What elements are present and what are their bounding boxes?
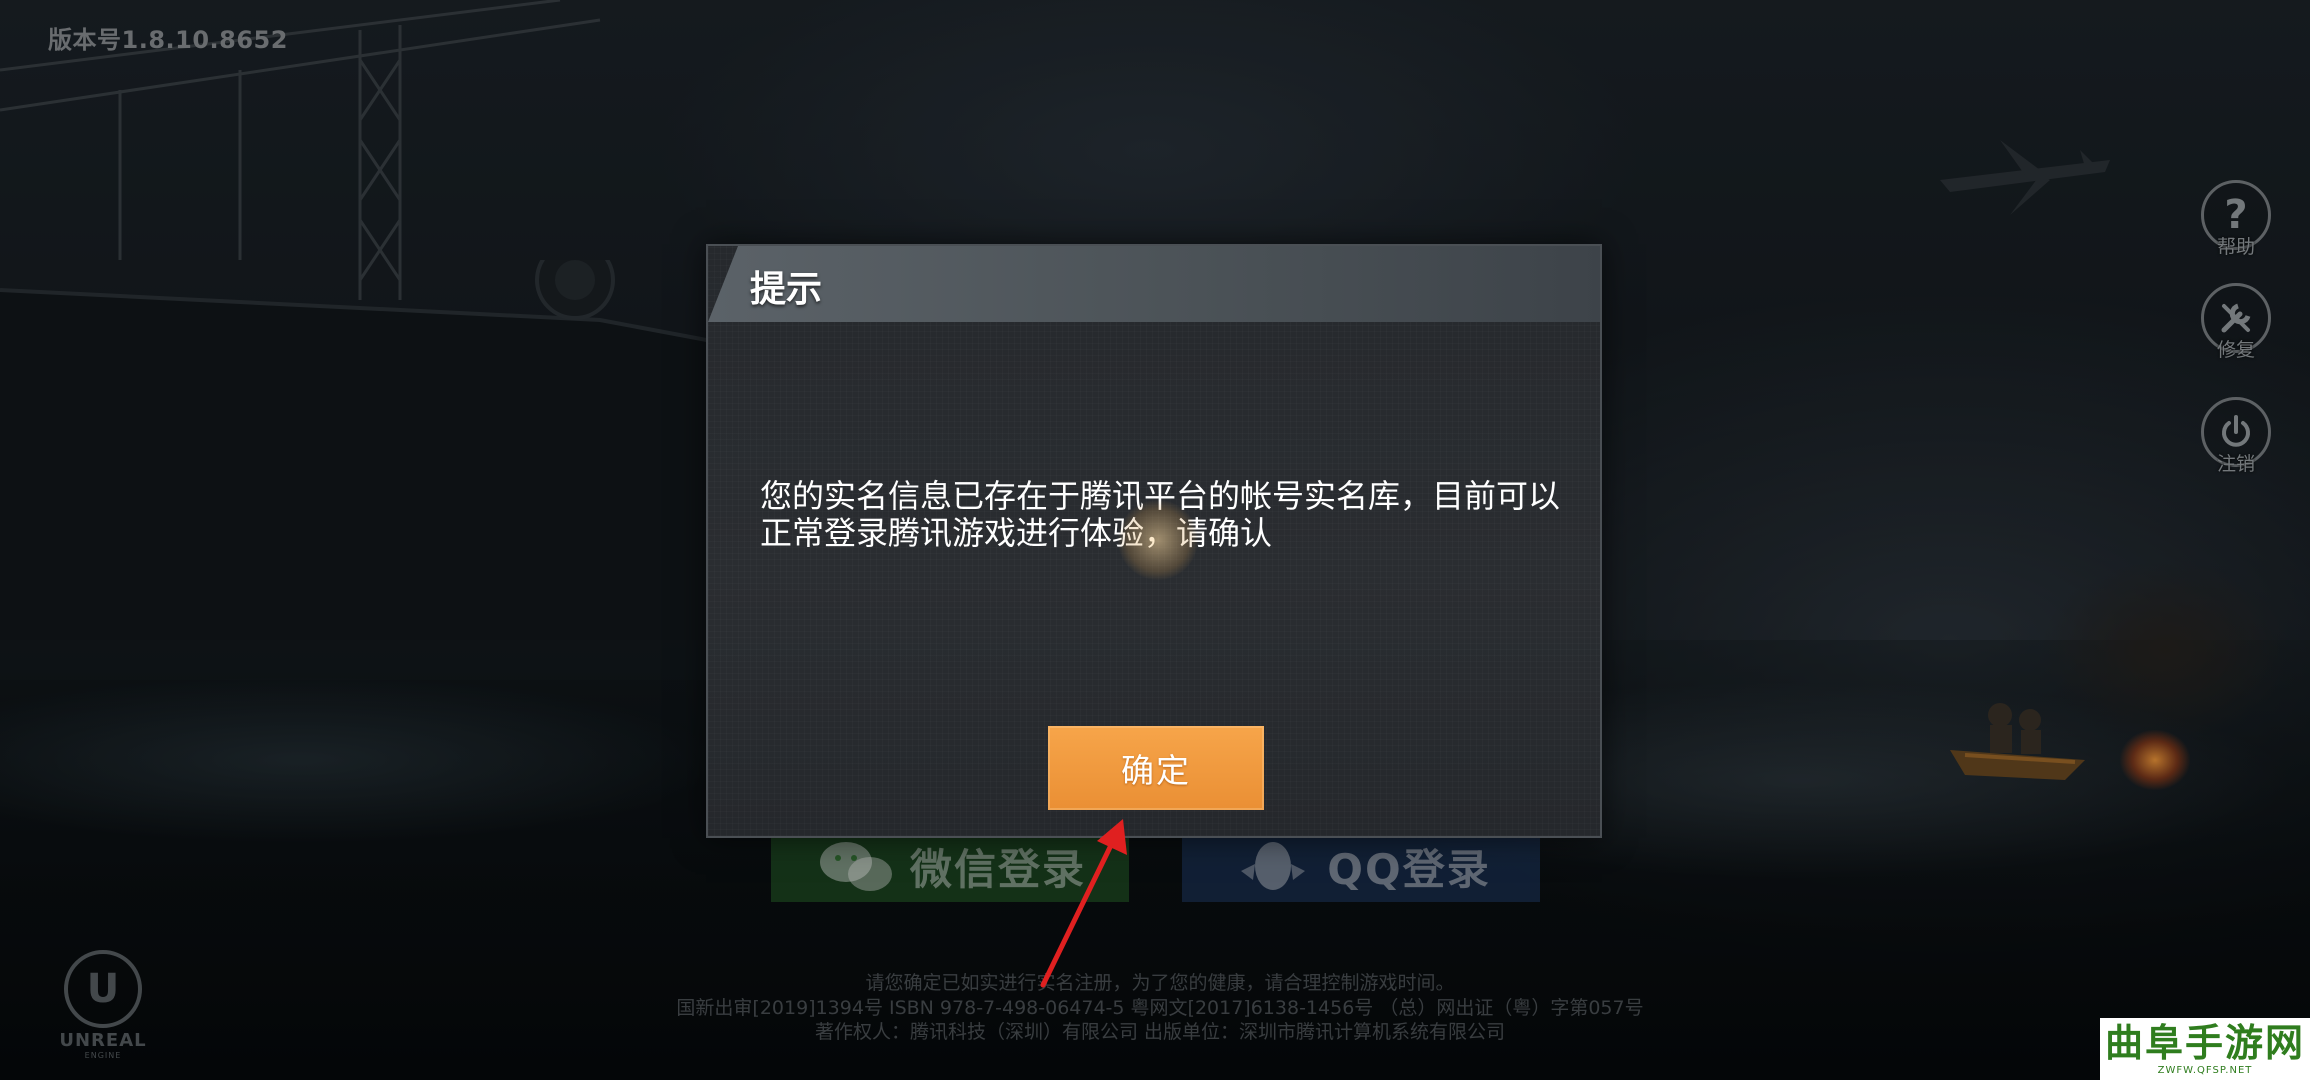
confirm-button[interactable]: 确定 — [1048, 726, 1264, 810]
watermark-text: 曲阜手游网 — [2104, 1020, 2305, 1065]
watermark-url: ZWFW.QFSP.NET — [2157, 1065, 2253, 1076]
dialog-header — [708, 246, 1600, 322]
dialog-title: 提示 — [750, 269, 823, 310]
tap-indicator-icon — [1118, 500, 1198, 580]
red-arrow-annotation — [1040, 819, 1127, 988]
site-watermark: 曲阜手游网 ZWFW.QFSP.NET — [2100, 1018, 2310, 1080]
game-login-screen: 版本号1.8.10.8652 ? 帮助 修复 注销 微信登录 QQ登录 请您确定… — [0, 0, 2310, 1080]
